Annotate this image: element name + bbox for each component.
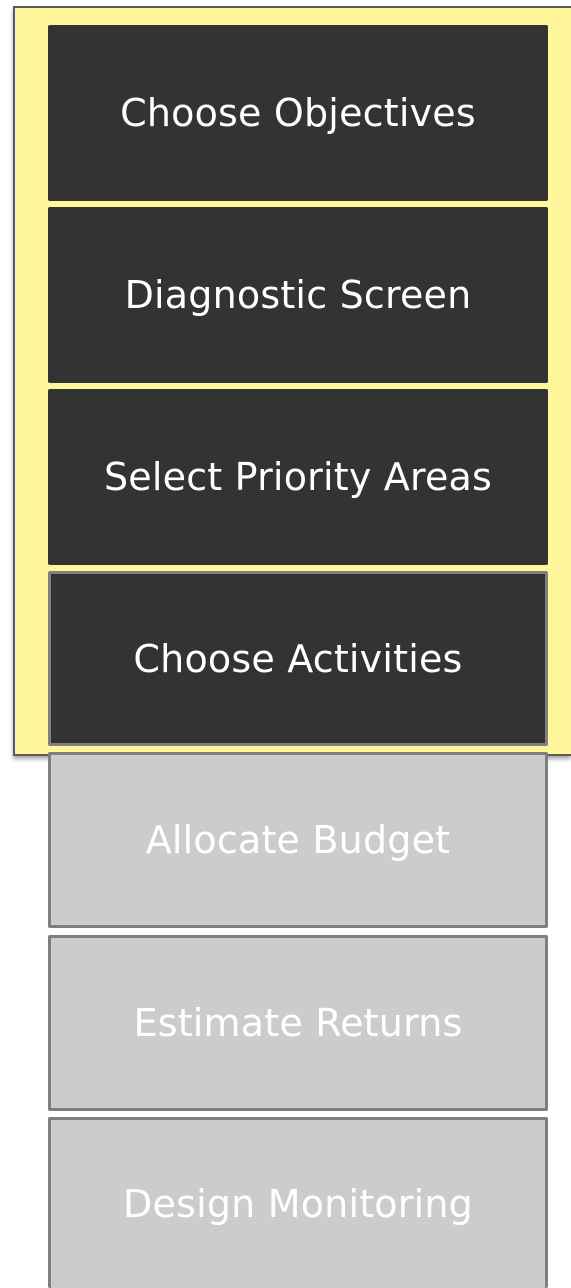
step-estimate-returns[interactable]: Estimate Returns — [48, 935, 548, 1111]
step-label: Select Priority Areas — [103, 455, 493, 499]
step-label: Estimate Returns — [133, 1001, 463, 1045]
step-allocate-budget[interactable]: Allocate Budget — [48, 752, 548, 928]
step-diagnostic-screen[interactable]: Diagnostic Screen — [48, 207, 548, 383]
step-label: Choose Objectives — [120, 91, 476, 135]
step-select-priority-areas[interactable]: Select Priority Areas — [48, 389, 548, 565]
step-label: Choose Activities — [133, 636, 463, 681]
workflow-diagram: Choose Objectives Diagnostic Screen Sele… — [0, 0, 571, 1288]
step-label: Allocate Budget — [145, 818, 451, 862]
step-design-monitoring[interactable]: Design Monitoring — [48, 1117, 548, 1288]
step-label: Design Monitoring — [123, 1182, 473, 1226]
step-label: Diagnostic Screen — [124, 273, 472, 317]
step-choose-activities[interactable]: Choose Activities — [48, 571, 548, 746]
step-choose-objectives[interactable]: Choose Objectives — [48, 25, 548, 201]
